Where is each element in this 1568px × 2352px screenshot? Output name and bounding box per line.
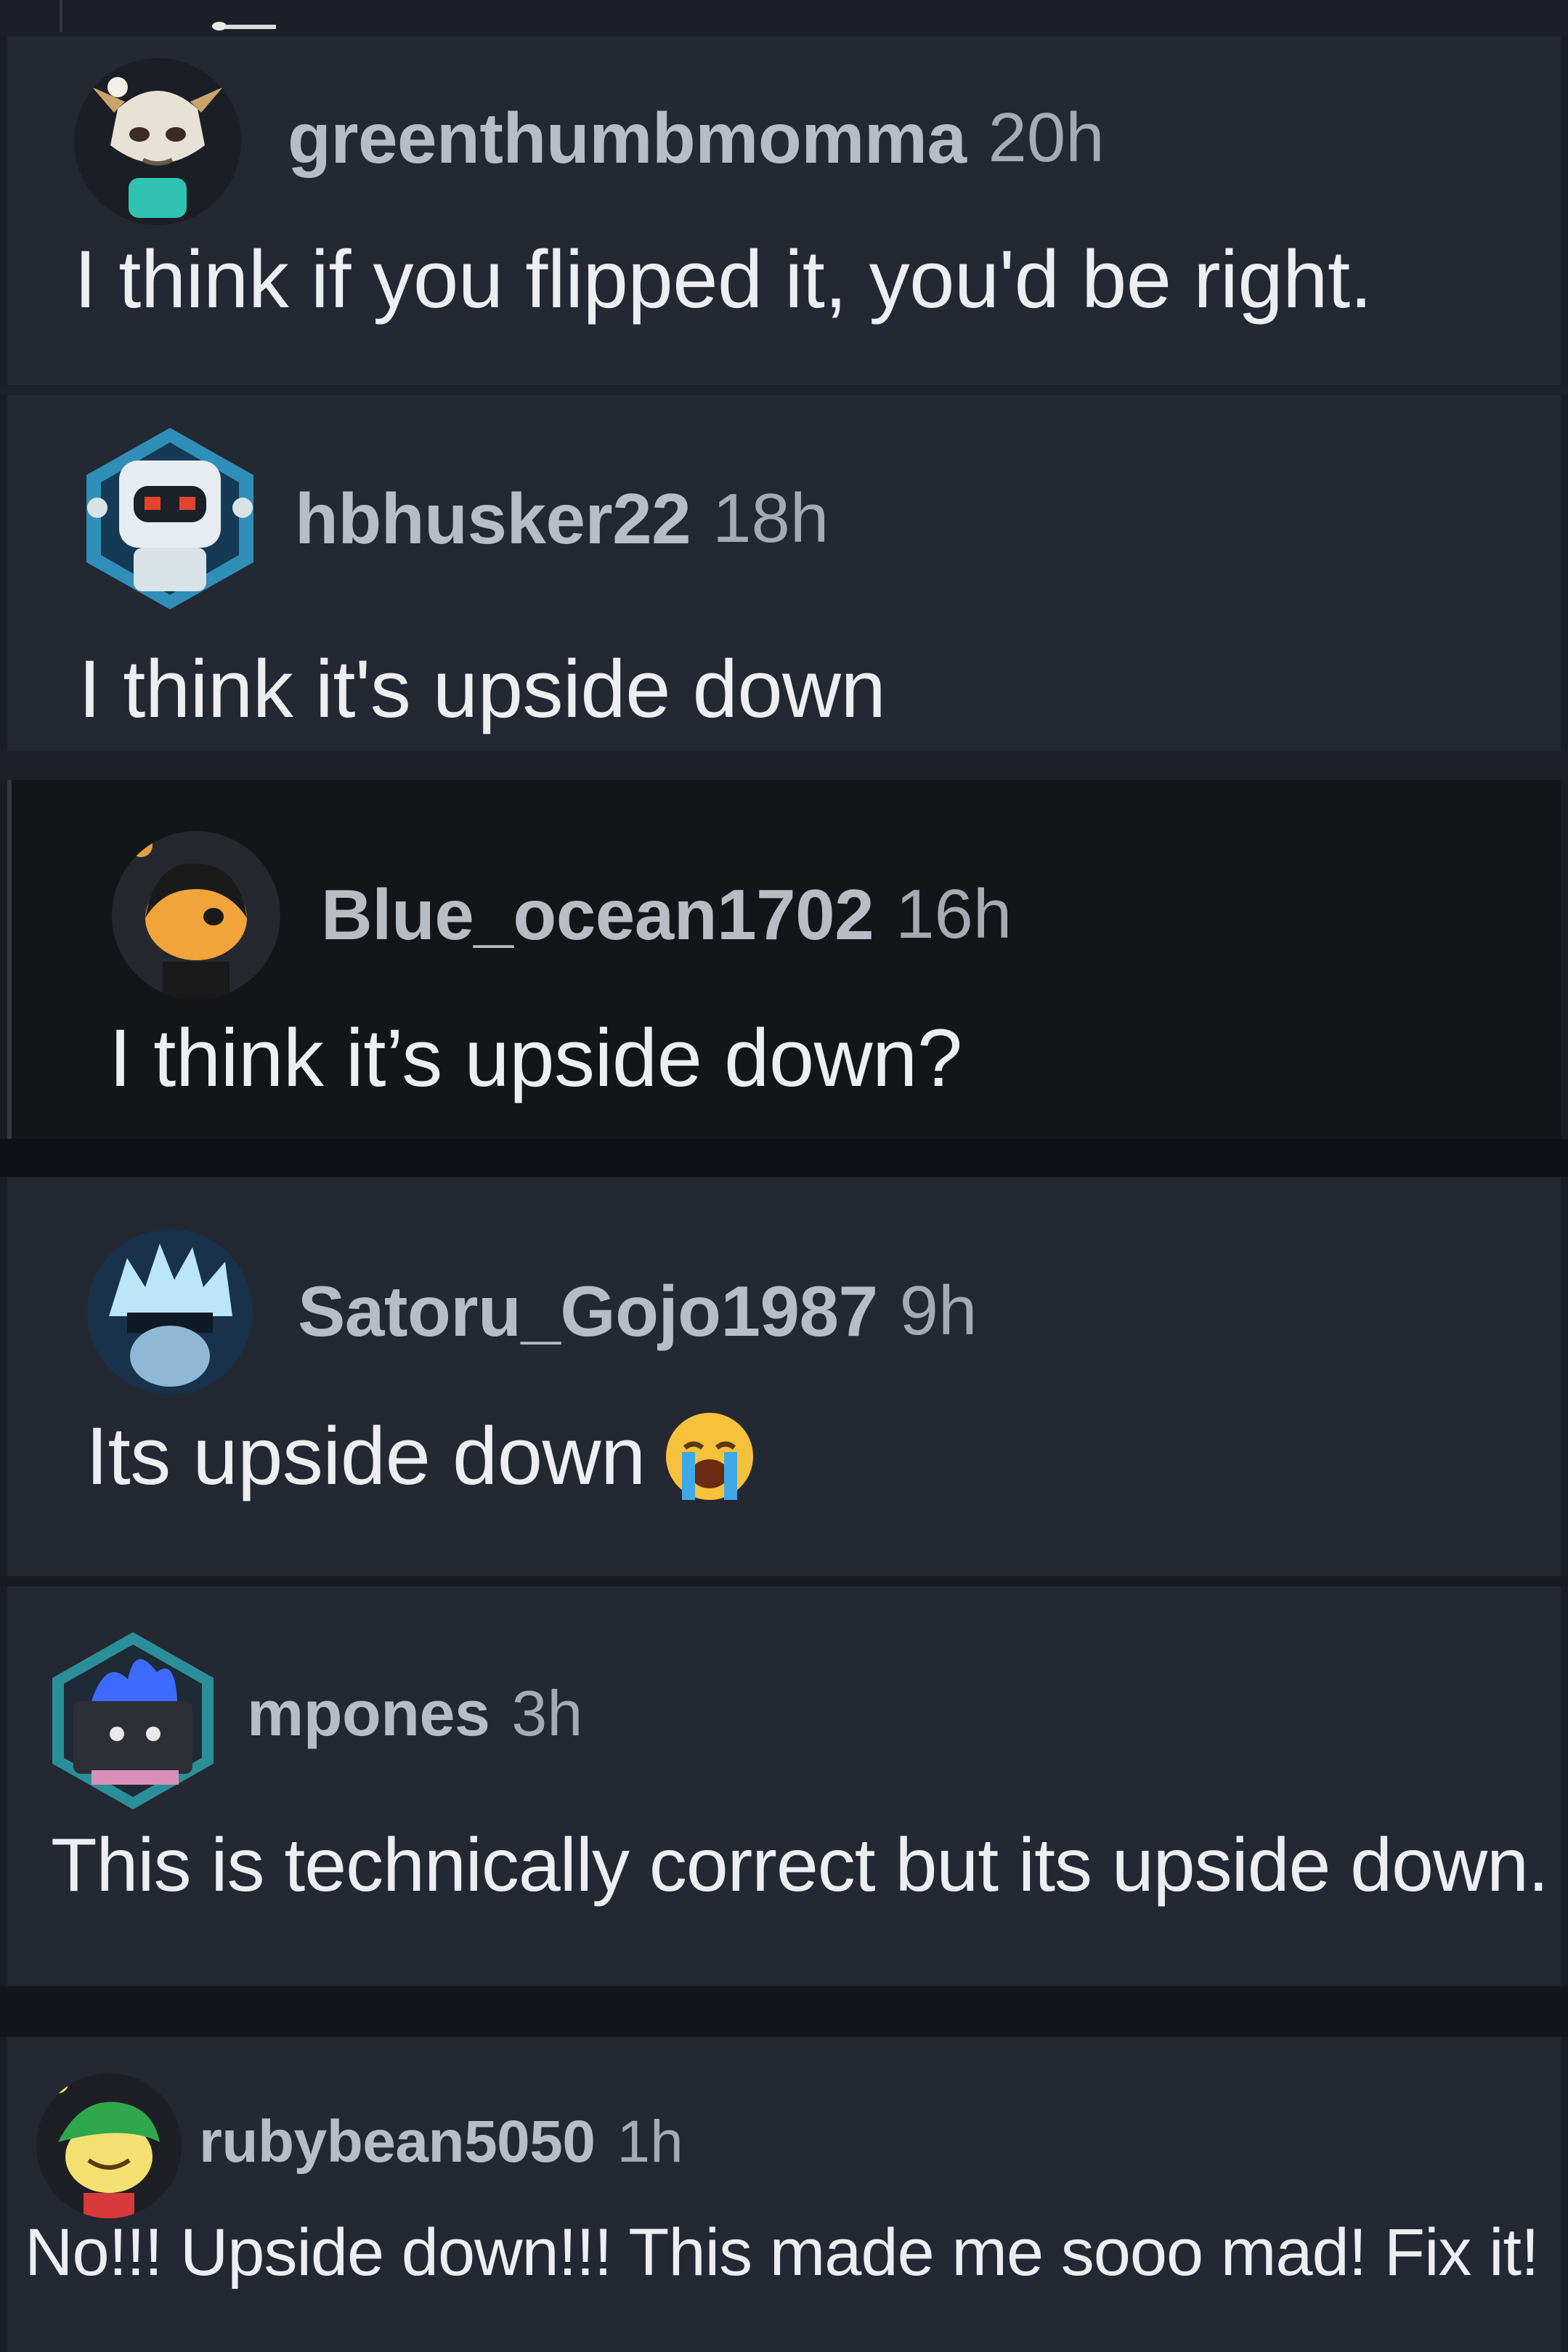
username[interactable]: mpones bbox=[247, 1676, 490, 1751]
username[interactable]: hbhusker22 bbox=[295, 478, 691, 560]
username[interactable]: rubybean5050 bbox=[199, 2108, 596, 2176]
comment-6: rubybean5050 1h No!!! Upside down!!! Thi… bbox=[7, 2037, 1561, 2352]
trash-fire-avatar-icon[interactable] bbox=[48, 1629, 218, 1813]
comment-text: This is technically correct but its upsi… bbox=[51, 1823, 1549, 1907]
timestamp: 9h bbox=[899, 1272, 978, 1350]
comment-text: I think it’s upside down? bbox=[109, 1013, 962, 1103]
timestamp: 3h bbox=[511, 1677, 583, 1749]
green-hat-snoo-avatar-icon[interactable] bbox=[36, 2073, 182, 2218]
white-hair-avatar-icon[interactable] bbox=[87, 1229, 253, 1395]
separator bbox=[0, 1986, 1568, 2037]
separator bbox=[0, 751, 1568, 780]
separator bbox=[0, 385, 1568, 395]
comment-text: I think if you flipped it, you'd be righ… bbox=[74, 234, 1373, 325]
separator bbox=[0, 1576, 1568, 1586]
top-fragment-icon bbox=[211, 17, 280, 32]
comment-text: I think it's upside down bbox=[78, 644, 886, 734]
comment-2: hbhusker22 18h I think it's upside down bbox=[7, 395, 1561, 751]
username[interactable]: Blue_ocean1702 bbox=[321, 874, 874, 956]
comment-4: Satoru_Gojo1987 9h Its upside down bbox=[7, 1177, 1561, 1576]
comment-3-highlighted: Blue_ocean1702 16h I think it’s upside d… bbox=[7, 780, 1561, 1139]
timestamp: 16h bbox=[895, 875, 1012, 953]
comment-1: greenthumbmomma 20h I think if you flipp… bbox=[7, 36, 1561, 385]
goat-avatar-icon[interactable] bbox=[74, 58, 241, 225]
timestamp: 1h bbox=[617, 2109, 683, 2175]
comment-text: No!!! Upside down!!! This made me sooo m… bbox=[25, 2215, 1540, 2290]
robot-avatar-icon[interactable] bbox=[76, 424, 264, 613]
timestamp: 20h bbox=[988, 99, 1105, 177]
username[interactable]: Satoru_Gojo1987 bbox=[298, 1270, 878, 1353]
loudly-crying-face-emoji bbox=[663, 1410, 756, 1503]
separator bbox=[0, 1139, 1568, 1177]
comment-5: mpones 3h This is technically correct bu… bbox=[7, 1586, 1561, 1986]
snoo-avatar-icon[interactable] bbox=[112, 831, 280, 999]
timestamp: 18h bbox=[712, 479, 829, 557]
comment-text: Its upside down bbox=[86, 1409, 756, 1503]
top-divider-line bbox=[60, 0, 62, 32]
username[interactable]: greenthumbmomma bbox=[288, 97, 967, 179]
comment-text-content: Its upside down bbox=[86, 1411, 646, 1501]
